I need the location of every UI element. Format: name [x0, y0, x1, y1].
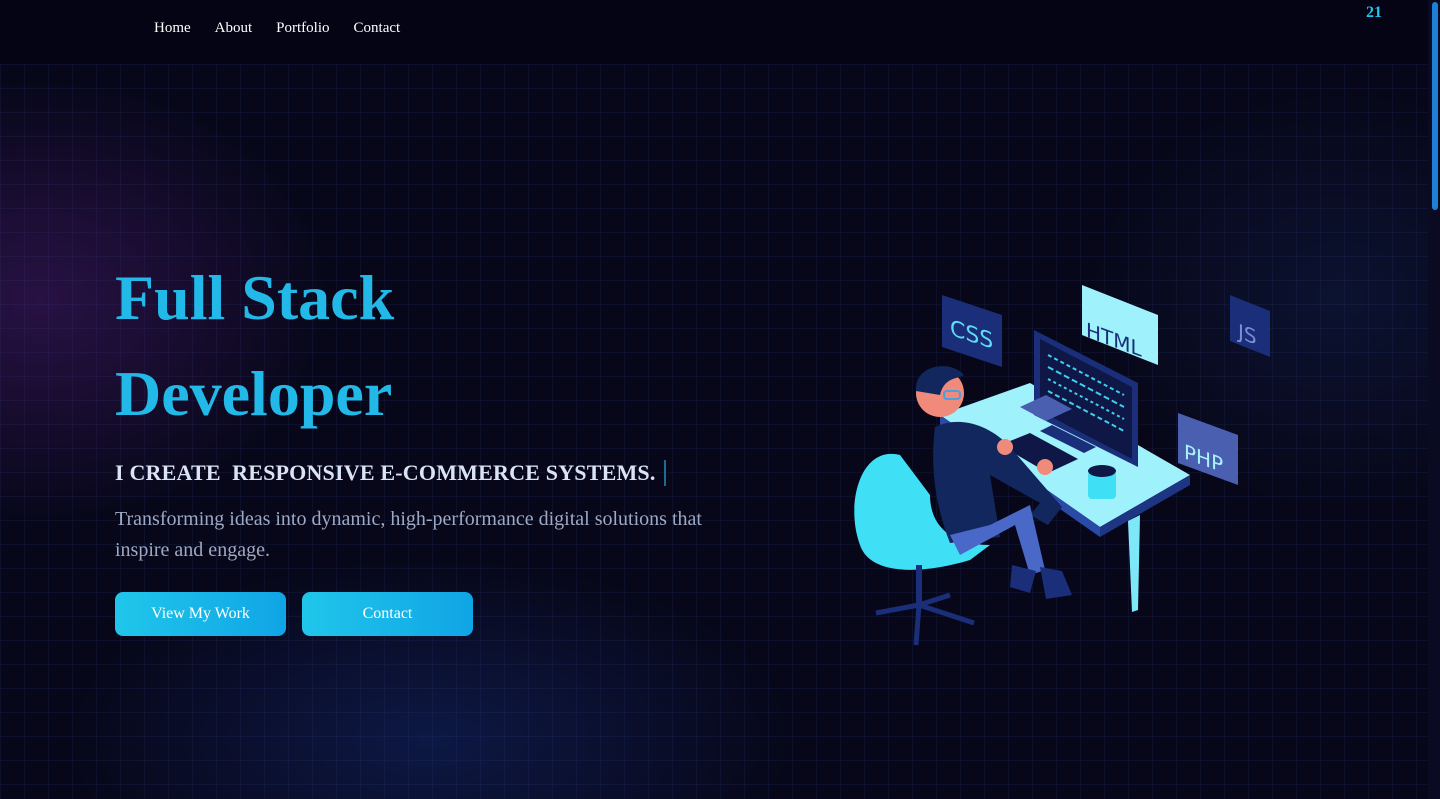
nav-link-portfolio[interactable]: Portfolio — [276, 20, 329, 37]
typing-cursor — [663, 460, 666, 486]
nav-links: Home About Portfolio Contact — [154, 20, 400, 37]
navbar: Home About Portfolio Contact — [0, 0, 1428, 64]
hero-description: Transforming ideas into dynamic, high-pe… — [115, 508, 702, 561]
hero-buttons: View My Work Contact — [115, 592, 473, 636]
nav-link-contact[interactable]: Contact — [354, 20, 401, 37]
contact-button[interactable]: Contact — [302, 592, 473, 636]
hero-title-line2: Developer — [115, 358, 393, 429]
hero-title-line1: Full Stack — [115, 262, 395, 333]
scrollbar[interactable] — [1428, 0, 1440, 799]
nav-link-about[interactable]: About — [215, 20, 253, 37]
typed-tagline: I CREATE RESPONSIVE E-COMMERCE SYSTEMS. — [115, 460, 735, 486]
typed-text: I CREATE RESPONSIVE E-COMMERCE SYSTEMS. — [115, 460, 656, 485]
html-tag: HTML — [1082, 285, 1158, 365]
hero-section: Full Stack Developer I CREATE RESPONSIVE… — [115, 250, 735, 566]
css-tag: CSS — [942, 295, 1002, 367]
hero-title: Full Stack Developer — [115, 250, 735, 442]
scrollbar-thumb[interactable] — [1432, 2, 1438, 210]
js-tag: JS — [1230, 295, 1270, 357]
nav-link-home[interactable]: Home — [154, 20, 191, 37]
view-my-work-button[interactable]: View My Work — [115, 592, 286, 636]
developer-illustration: CSS HTML JS PHP — [854, 285, 1270, 646]
counter-badge: 21 — [1366, 4, 1382, 21]
coffee-mug — [1088, 465, 1116, 499]
